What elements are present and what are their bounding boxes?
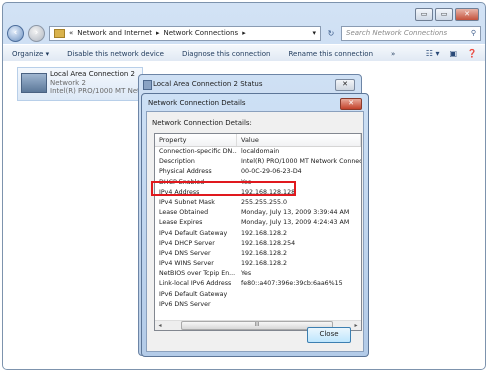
value-cell: 192.168.128.2 [241,249,288,257]
connection-item[interactable]: Local Area Connection 2 Network 2 Intel(… [17,67,146,101]
scroll-right-icon[interactable]: ▸ [351,322,361,329]
value-cell [237,290,361,300]
table-body: Connection-specific DN... localdomain Desc… [155,147,361,310]
details-close-icon[interactable]: ✕ [340,98,362,110]
window-controls: ▭ ▭ ✕ [415,8,479,21]
connection-name: Local Area Connection 2 [50,70,135,78]
refresh-icon[interactable]: ↻ [325,29,337,38]
rename-connection-button[interactable]: Rename this connection [280,50,383,58]
search-icon[interactable]: ⚲ [471,27,476,40]
table-row[interactable]: NetBIOS over Tcpip En... Yes [155,269,361,279]
table-row[interactable]: Connection-specific DN... localdomain [155,147,361,157]
table-row[interactable]: Lease Obtained Monday, July 13, 2009 3:39… [155,208,361,218]
table-row[interactable]: IPv4 DNS Server 192.168.128.2 [155,249,361,259]
network-status-icon [143,80,152,90]
property-cell: Link-local IPv6 Address [159,280,232,288]
breadcrumb-network-connections[interactable]: Network Connections [163,29,238,37]
value-cell: Yes [241,270,252,278]
property-cell: Connection-specific DN... [159,148,237,155]
table-row[interactable]: IPv4 Default Gateway 192.168.128.2 [155,229,361,239]
status-close-icon[interactable]: ✕ [335,79,355,91]
address-dropdown-icon[interactable]: ▾ [312,29,316,37]
property-cell: IPv6 DNS Server [159,300,211,308]
views-icon[interactable]: ☷ ▾ [426,49,440,58]
table-row[interactable]: IPv4 WINS Server 192.168.128.2 [155,259,361,269]
more-commands-button[interactable]: » [382,50,404,58]
table-row[interactable]: IPv4 Subnet Mask 255.255.255.0 [155,198,361,208]
minimize-button[interactable]: ▭ [415,8,433,21]
ipv4-highlight-box [151,181,296,196]
breadcrumb-separator-icon[interactable]: ▸ [156,29,160,37]
status-dialog-title: Local Area Connection 2 Status [153,80,263,88]
table-row[interactable]: Description Intel(R) PRO/1000 MT Network … [155,157,361,167]
table-row[interactable]: Link-local IPv6 Address fe80::a407:396e:3… [155,279,361,289]
details-dialog: Network Connection Details ✕ Network Con… [141,93,369,357]
close-button[interactable]: Close [307,327,351,343]
table-row[interactable]: IPv6 Default Gateway [155,290,361,300]
disable-device-button[interactable]: Disable this network device [58,50,173,58]
value-cell: Monday, July 13, 2009 4:24:43 AM [241,219,350,227]
value-cell: 192.168.128.254 [241,239,296,247]
property-cell: Lease Obtained [159,209,209,217]
value-cell: 00-0C-29-06-23-D4 [241,168,302,176]
address-bar[interactable]: « Network and Internet ▸ Network Connect… [49,25,321,41]
value-cell: Intel(R) PRO/1000 MT Network Connecti [241,158,361,166]
breadcrumb-separator-icon[interactable]: ▸ [242,29,246,37]
property-cell: IPv4 WINS Server [159,260,214,268]
folder-icon [54,28,65,38]
value-cell: 255.255.255.0 [241,198,288,206]
table-header: Property Value [155,134,361,147]
table-row[interactable]: IPv4 DHCP Server 192.168.128.254 [155,239,361,249]
scroll-left-icon[interactable]: ◂ [155,322,165,329]
connection-network: Network 2 [50,79,86,87]
property-cell: IPv4 DNS Server [159,249,211,257]
details-body: Network Connection Details: Property Val… [146,111,364,352]
table-row[interactable]: IPv6 DNS Server [155,300,361,310]
breadcrumb-overflow[interactable]: « [69,29,73,37]
column-header-value[interactable]: Value [237,134,361,146]
property-cell: IPv6 Default Gateway [159,290,228,298]
property-cell: Description [159,158,195,166]
value-cell [237,300,361,310]
address-row: ‹ › « Network and Internet ▸ Network Con… [7,23,481,43]
property-cell: Lease Expires [159,219,203,227]
help-icon[interactable]: ❓ [467,49,477,58]
diagnose-connection-button[interactable]: Diagnose this connection [173,50,280,58]
property-cell: Physical Address [159,168,212,176]
property-cell: IPv4 DHCP Server [159,239,215,247]
value-cell: 192.168.128.2 [241,229,288,237]
connection-adapter: Intel(R) PRO/1000 MT Netw [50,87,146,95]
breadcrumb-network-and-internet[interactable]: Network and Internet [77,29,152,37]
details-label: Network Connection Details: [152,119,252,127]
organize-menu[interactable]: Organize ▾ [3,50,58,58]
value-cell: fe80::a407:396e:39cb:6aa6%15 [241,280,343,288]
details-table[interactable]: Property Value Connection-specific DN...… [154,133,362,331]
property-cell: IPv4 Subnet Mask [159,198,215,206]
value-cell: Monday, July 13, 2009 3:39:44 AM [241,209,350,217]
value-cell: 192.168.128.2 [241,260,288,268]
details-dialog-title: Network Connection Details [148,99,246,107]
column-header-property[interactable]: Property [155,134,237,146]
value-cell: localdomain [241,148,280,155]
preview-pane-icon[interactable]: ▣ [449,49,457,58]
property-cell: NetBIOS over Tcpip En... [159,270,236,278]
forward-arrow-icon[interactable]: › [28,24,45,42]
network-adapter-icon [21,73,47,93]
table-row[interactable]: Physical Address 00-0C-29-06-23-D4 [155,167,361,177]
back-arrow-icon[interactable]: ‹ [7,24,24,42]
table-row[interactable]: Lease Expires Monday, July 13, 2009 4:24:… [155,218,361,228]
maximize-button[interactable]: ▭ [435,8,453,21]
view-controls: ☷ ▾ ▣ ❓ [426,49,485,58]
search-input[interactable]: Search Network Connections ⚲ [341,25,481,41]
property-cell: IPv4 Default Gateway [159,229,228,237]
close-button[interactable]: ✕ [455,8,479,21]
search-placeholder: Search Network Connections [346,28,448,37]
